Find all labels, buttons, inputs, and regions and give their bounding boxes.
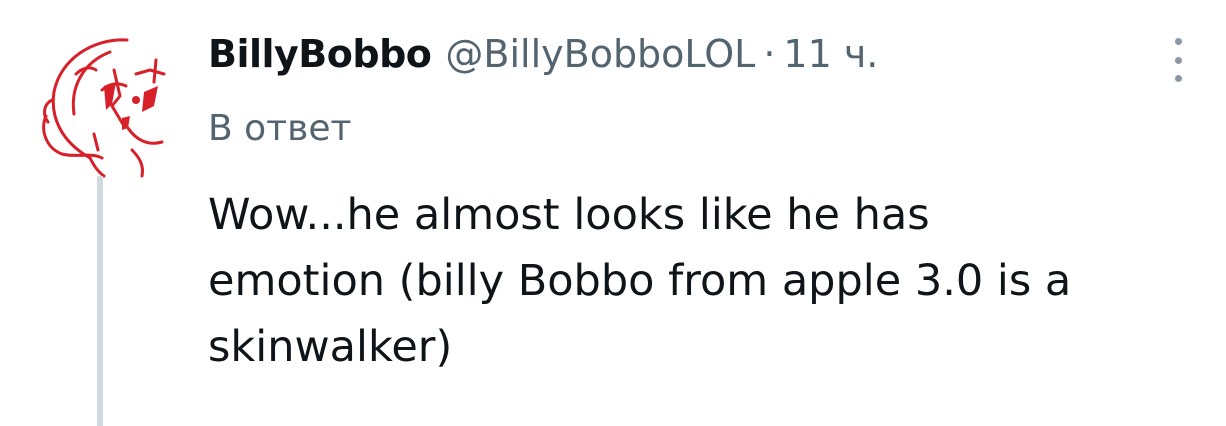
- avatar[interactable]: [32, 30, 177, 180]
- tweet[interactable]: BillyBobbo @BillyBobboLOL · 11 ч. В отве…: [0, 0, 1226, 426]
- red-sketch-avatar-icon: [42, 38, 166, 178]
- user-handle[interactable]: @BillyBobboLOL: [445, 32, 755, 76]
- tweet-text-line: emotion (billy Bobbo from apple 3.0 is a: [208, 256, 1072, 306]
- thread-connector-line: [97, 176, 103, 426]
- tweet-text: Wow...he almost looks like he has emotio…: [208, 182, 1198, 380]
- reply-indicator: В ответ: [208, 108, 352, 149]
- tweet-header: BillyBobbo @BillyBobboLOL · 11 ч.: [208, 32, 878, 92]
- display-name[interactable]: BillyBobbo: [208, 32, 432, 76]
- more-vertical-icon: [1174, 38, 1182, 45]
- timestamp[interactable]: 11 ч.: [783, 32, 878, 76]
- more-options-button[interactable]: [1163, 38, 1193, 82]
- separator: ·: [763, 32, 776, 76]
- tweet-text-line: skinwalker): [208, 322, 453, 372]
- tweet-text-line: Wow...he almost looks like he has: [208, 190, 930, 240]
